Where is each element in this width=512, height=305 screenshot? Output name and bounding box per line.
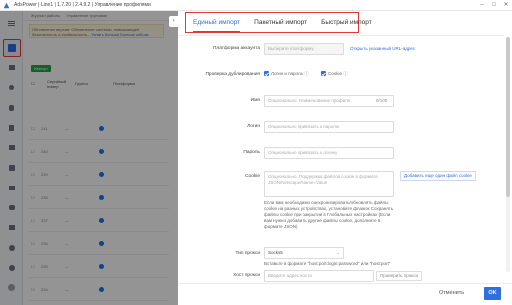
chevron-down-icon: ⌄ (336, 250, 340, 255)
window-title: AdsPower | Line1 | 1.7.20 | 2.4.9.2 | Уп… (14, 2, 151, 8)
import-tabs: Единый импорт Пакетный импорт Быстрый им… (185, 12, 372, 33)
close-icon[interactable]: ✕ (500, 0, 512, 11)
password-input[interactable]: Опционально привязать к логину (264, 147, 394, 159)
info-icon: ⓘ (343, 71, 348, 76)
collapse-drawer-button[interactable]: › (169, 16, 178, 27)
login-password-text: Логин и пароль (271, 71, 303, 76)
tab-batch-import[interactable]: Пакетный импорт (247, 13, 314, 32)
name-label: Имя (250, 98, 260, 103)
tab-single-import[interactable]: Единый импорт (186, 13, 247, 32)
platform-label: Платформа аккаунта (212, 46, 260, 51)
tabs-divider (178, 35, 504, 36)
proxy-host-input[interactable]: Введите адрес хоста (264, 270, 374, 282)
name-input[interactable]: Опционально. Наименование профиля (264, 95, 394, 107)
ok-button[interactable]: OK (484, 287, 501, 300)
minimize-icon[interactable]: – (476, 0, 488, 11)
title-bar: AdsPower | Line1 | 1.7.20 | 2.4.9.2 | Уп… (0, 0, 512, 11)
info-icon: ⓘ (304, 71, 309, 76)
cookie-label: Cookie (245, 174, 260, 179)
import-drawer: Единый импорт Пакетный импорт Быстрый им… (178, 11, 512, 305)
password-label: Пароль (243, 150, 260, 155)
duplicate-cookie-option[interactable]: Cookie ⓘ (321, 71, 348, 77)
open-url-link[interactable]: Открыть указанный URL-адрес (350, 46, 415, 52)
platform-select[interactable]: Выберите платформу (264, 43, 344, 55)
duplicate-login-option[interactable]: Логин и пароль ⓘ (264, 71, 309, 77)
cookie-textarea[interactable]: Опционально. Поддержка файлов cookie в ф… (264, 171, 394, 197)
proxy-type-label: Тип прокси (235, 251, 261, 256)
add-cookie-button[interactable]: Добавить еще один файл cookie (400, 171, 476, 181)
cookie-sync-note: Если вам необходимо синхронизировать/обн… (264, 200, 394, 229)
cancel-button[interactable]: Отменить (439, 290, 464, 296)
drawer-scrollbar[interactable] (506, 37, 510, 272)
proxy-type-value: Socks5 (268, 250, 283, 255)
name-counter: 0/100 (376, 98, 388, 103)
maximize-icon[interactable]: □ (488, 0, 500, 11)
duplicate-check-label: Проверка дублирования (205, 72, 260, 77)
proxy-format-note: Вставьте в формате "host:port:login:pass… (264, 261, 391, 266)
login-password-checkbox[interactable] (264, 71, 269, 77)
proxy-host-label: Хост прокси (233, 273, 260, 278)
login-input[interactable]: Опционально привязать к паролю (264, 121, 394, 133)
cookie-option-text: Cookie (328, 71, 343, 76)
cookie-checkbox[interactable] (321, 71, 326, 77)
proxy-type-select[interactable]: Socks5 ⌄ (264, 247, 344, 259)
check-proxy-button[interactable]: Проверить прокси (376, 271, 422, 281)
drawer-footer: Отменить OK (178, 283, 512, 305)
adspower-logo-icon (3, 2, 10, 8)
tab-quick-import[interactable]: Быстрый импорт (314, 13, 379, 32)
login-label: Логин (247, 124, 260, 129)
